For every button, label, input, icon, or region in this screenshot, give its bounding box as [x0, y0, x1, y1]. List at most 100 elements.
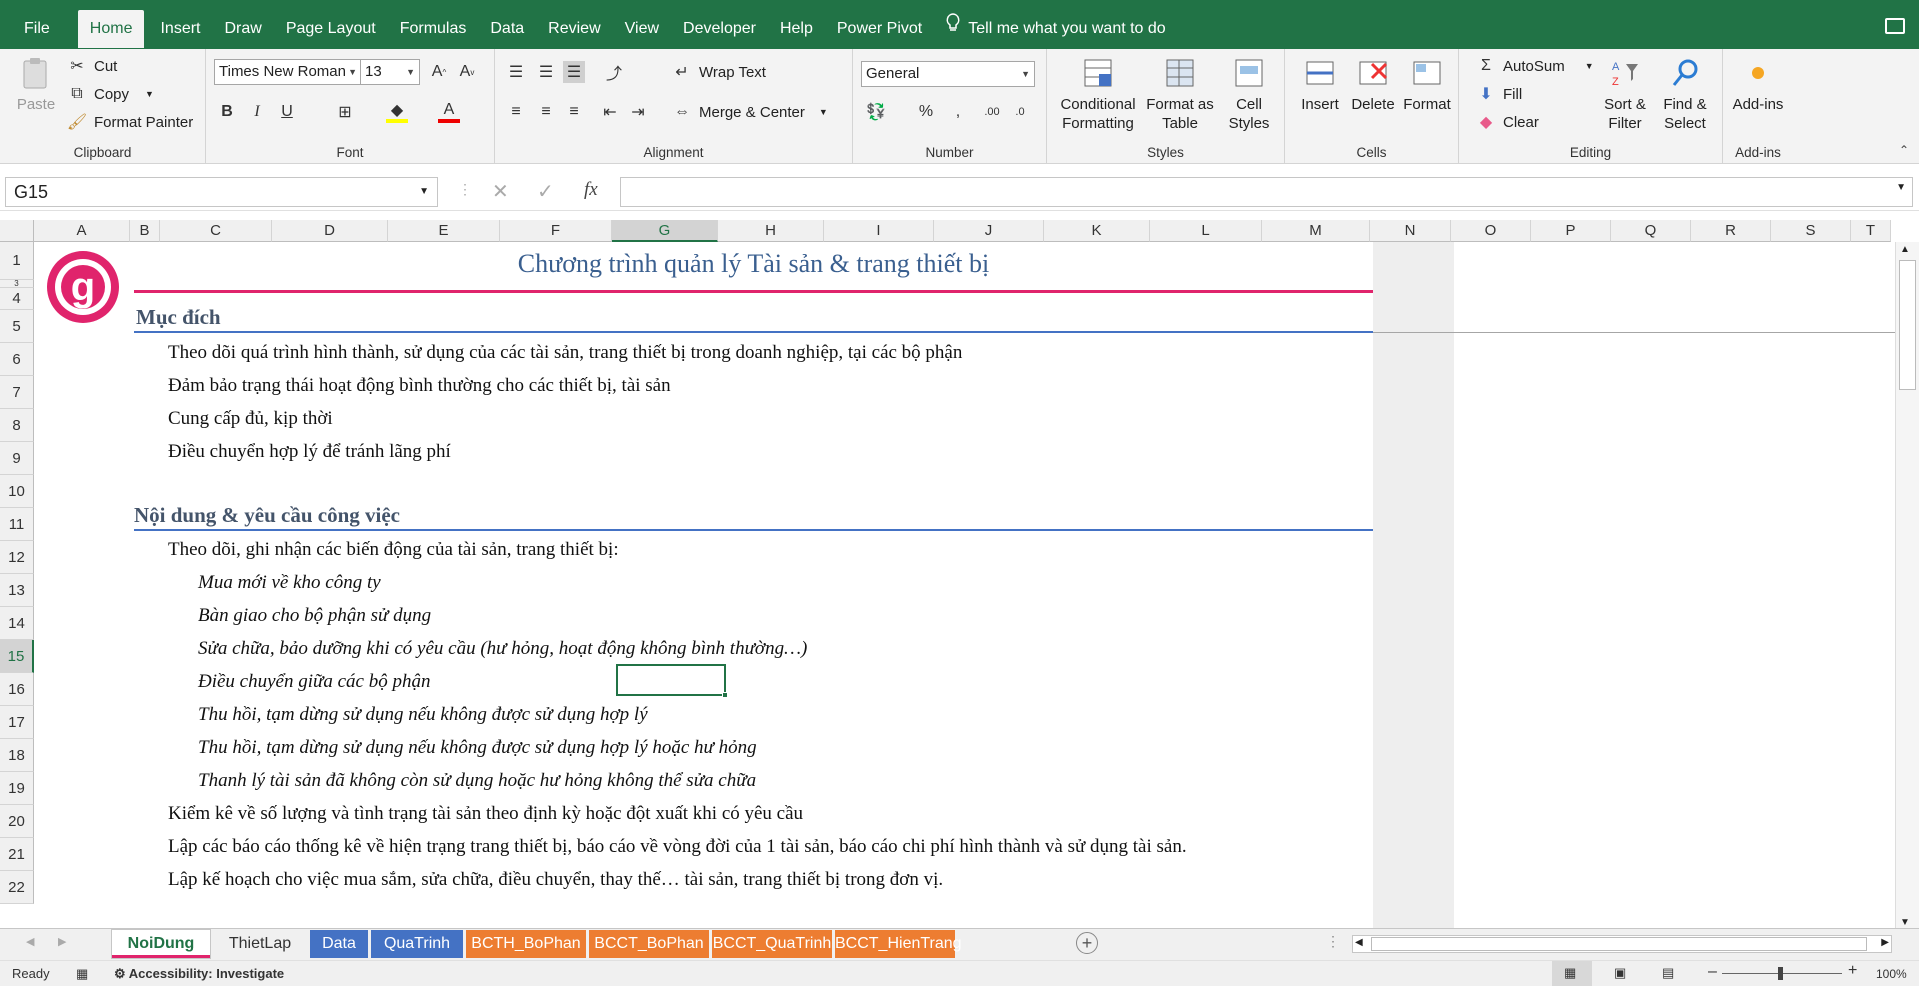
scroll-thumb[interactable]: [1899, 260, 1916, 390]
select-all-corner[interactable]: [0, 220, 34, 242]
font-color-button[interactable]: A: [438, 101, 460, 123]
conditional-formatting-button[interactable]: Conditional Formatting: [1057, 57, 1139, 133]
fill-color-button[interactable]: ◆: [386, 101, 408, 123]
row-header[interactable]: 12: [0, 541, 34, 574]
column-header[interactable]: K: [1044, 220, 1150, 242]
decrease-decimal-button[interactable]: .0: [1009, 101, 1031, 123]
sheet-tab[interactable]: Data: [310, 930, 368, 958]
active-cell[interactable]: [616, 664, 728, 698]
autosum-button[interactable]: Σ AutoSum ▼: [1475, 55, 1594, 77]
tab-developer[interactable]: Developer: [671, 10, 768, 48]
enter-icon[interactable]: ✓: [537, 179, 554, 204]
column-header[interactable]: L: [1150, 220, 1262, 242]
page-layout-view-icon[interactable]: ▣: [1614, 965, 1626, 981]
insert-cells-button[interactable]: Insert: [1295, 57, 1345, 114]
align-center-button[interactable]: ≡: [535, 101, 557, 123]
sheet-tab[interactable]: NoiDung: [112, 930, 210, 958]
row-header[interactable]: 10: [0, 475, 34, 508]
tab-file[interactable]: File: [0, 10, 74, 48]
row-header[interactable]: 22: [0, 871, 34, 904]
tab-data[interactable]: Data: [478, 10, 536, 48]
row-header[interactable]: 7: [0, 376, 34, 409]
zoom-in-icon[interactable]: +: [1848, 962, 1857, 980]
row-header[interactable]: 8: [0, 409, 34, 442]
fill-button[interactable]: ⬇ Fill: [1475, 83, 1522, 105]
add-sheet-icon[interactable]: +: [1076, 932, 1098, 954]
tab-view[interactable]: View: [613, 10, 671, 48]
comments-icon[interactable]: [1885, 18, 1905, 34]
row-header[interactable]: 15: [0, 640, 34, 673]
tab-home[interactable]: Home: [77, 10, 145, 48]
scroll-right-icon[interactable]: ▶: [1881, 937, 1889, 948]
column-header[interactable]: T: [1851, 220, 1891, 242]
page-break-view-icon[interactable]: ▤: [1662, 965, 1674, 981]
name-box[interactable]: G15 ▼: [5, 177, 438, 207]
column-header[interactable]: Q: [1611, 220, 1691, 242]
column-header[interactable]: G: [612, 220, 718, 242]
top-align-button[interactable]: ☰: [505, 61, 527, 83]
underline-button[interactable]: U: [276, 101, 298, 123]
insert-function-icon[interactable]: fx: [584, 179, 598, 201]
middle-align-button[interactable]: ☰: [535, 61, 557, 83]
format-as-table-button[interactable]: Format as Table: [1143, 57, 1217, 133]
row-header[interactable]: 5: [0, 310, 34, 343]
grow-font-button[interactable]: A ^: [428, 61, 450, 83]
prev-sheet-icon[interactable]: ◀: [26, 935, 34, 948]
row-header[interactable]: 16: [0, 673, 34, 706]
column-header[interactable]: C: [160, 220, 272, 242]
next-sheet-icon[interactable]: ▶: [58, 935, 66, 948]
column-header[interactable]: M: [1262, 220, 1370, 242]
sort-filter-button[interactable]: AZ Sort & Filter: [1597, 57, 1653, 133]
decrease-indent-button[interactable]: ⇤: [599, 101, 621, 123]
number-format-select[interactable]: General ▼: [861, 61, 1035, 87]
column-header[interactable]: B: [130, 220, 160, 242]
copy-button[interactable]: ⧉ Copy ▼: [66, 83, 154, 105]
row-header[interactable]: 11: [0, 508, 34, 541]
tab-help[interactable]: Help: [768, 10, 825, 48]
tab-draw[interactable]: Draw: [212, 10, 273, 48]
format-cells-button[interactable]: Format: [1401, 57, 1453, 114]
row-header[interactable]: 14: [0, 607, 34, 640]
row-header[interactable]: 9: [0, 442, 34, 475]
increase-indent-button[interactable]: ⇥: [627, 101, 649, 123]
sheet-tab[interactable]: BCTH_BoPhan: [466, 930, 586, 958]
cancel-icon[interactable]: ✕: [492, 179, 509, 204]
bold-button[interactable]: B: [216, 101, 238, 123]
row-header[interactable]: 6: [0, 343, 34, 376]
addins-button[interactable]: Add-ins: [1727, 57, 1789, 114]
scroll-thumb[interactable]: [1371, 937, 1867, 951]
row-header[interactable]: 13: [0, 574, 34, 607]
row-header[interactable]: 20: [0, 805, 34, 838]
accessibility-status[interactable]: ⚙ Accessibility: Investigate: [114, 966, 284, 982]
bottom-align-button[interactable]: ☰: [563, 61, 585, 83]
column-header[interactable]: R: [1691, 220, 1771, 242]
formula-input[interactable]: ▼: [620, 177, 1913, 207]
scroll-up-icon[interactable]: ▲: [1900, 244, 1910, 255]
zoom-slider[interactable]: [1722, 967, 1842, 980]
column-header[interactable]: J: [934, 220, 1044, 242]
tab-insert[interactable]: Insert: [148, 10, 212, 48]
wrap-text-button[interactable]: ↵ Wrap Text: [671, 61, 766, 83]
increase-decimal-button[interactable]: .00: [981, 101, 1003, 123]
sheet-tab[interactable]: BCCT_BoPhan: [589, 930, 709, 958]
column-header[interactable]: E: [388, 220, 500, 242]
collapse-ribbon-icon[interactable]: ⌃: [1899, 143, 1909, 157]
borders-button[interactable]: ⊞: [334, 101, 356, 123]
tab-review[interactable]: Review: [536, 10, 612, 48]
tell-me-search[interactable]: Tell me what you want to do: [934, 10, 1177, 48]
row-header[interactable]: 4: [0, 288, 34, 310]
percent-button[interactable]: %: [915, 101, 937, 123]
column-header[interactable]: O: [1451, 220, 1531, 242]
tab-page-layout[interactable]: Page Layout: [274, 10, 388, 48]
column-header[interactable]: I: [824, 220, 934, 242]
paste-button[interactable]: Paste: [12, 57, 60, 114]
zoom-slider-thumb[interactable]: [1778, 967, 1783, 980]
horizontal-scrollbar[interactable]: ◀ ▶: [1352, 935, 1892, 953]
align-left-button[interactable]: ≡: [505, 101, 527, 123]
column-header[interactable]: S: [1771, 220, 1851, 242]
row-header[interactable]: 3: [0, 280, 34, 288]
column-header[interactable]: F: [500, 220, 612, 242]
row-header[interactable]: 21: [0, 838, 34, 871]
zoom-level[interactable]: 100%: [1876, 967, 1907, 981]
cut-button[interactable]: ✂ Cut: [66, 55, 117, 77]
